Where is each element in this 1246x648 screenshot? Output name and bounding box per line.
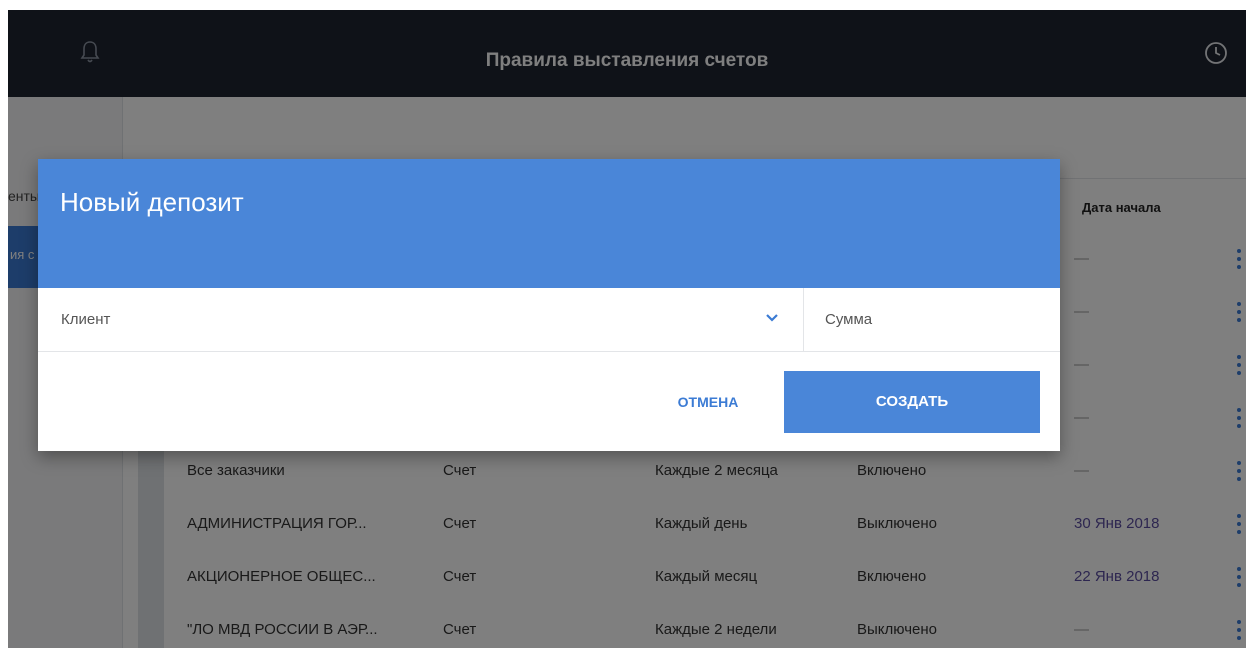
amount-input[interactable]: Сумма [825, 288, 872, 351]
dialog-title: Новый депозит [60, 187, 244, 217]
chevron-down-icon[interactable] [765, 313, 779, 323]
cancel-button[interactable]: ОТМЕНА [648, 371, 768, 433]
new-deposit-dialog: Новый депозит Клиент Сумма ОТМЕНА СОЗДАТ… [38, 159, 1060, 451]
client-select[interactable]: Клиент [61, 288, 110, 351]
dialog-header: Новый депозит [38, 159, 1060, 288]
dialog-fields: Клиент Сумма [38, 288, 1060, 352]
field-divider [803, 288, 804, 351]
app-frame: Правила выставления счетов енты ия с Дат… [8, 10, 1246, 648]
create-button[interactable]: СОЗДАТЬ [784, 371, 1040, 433]
